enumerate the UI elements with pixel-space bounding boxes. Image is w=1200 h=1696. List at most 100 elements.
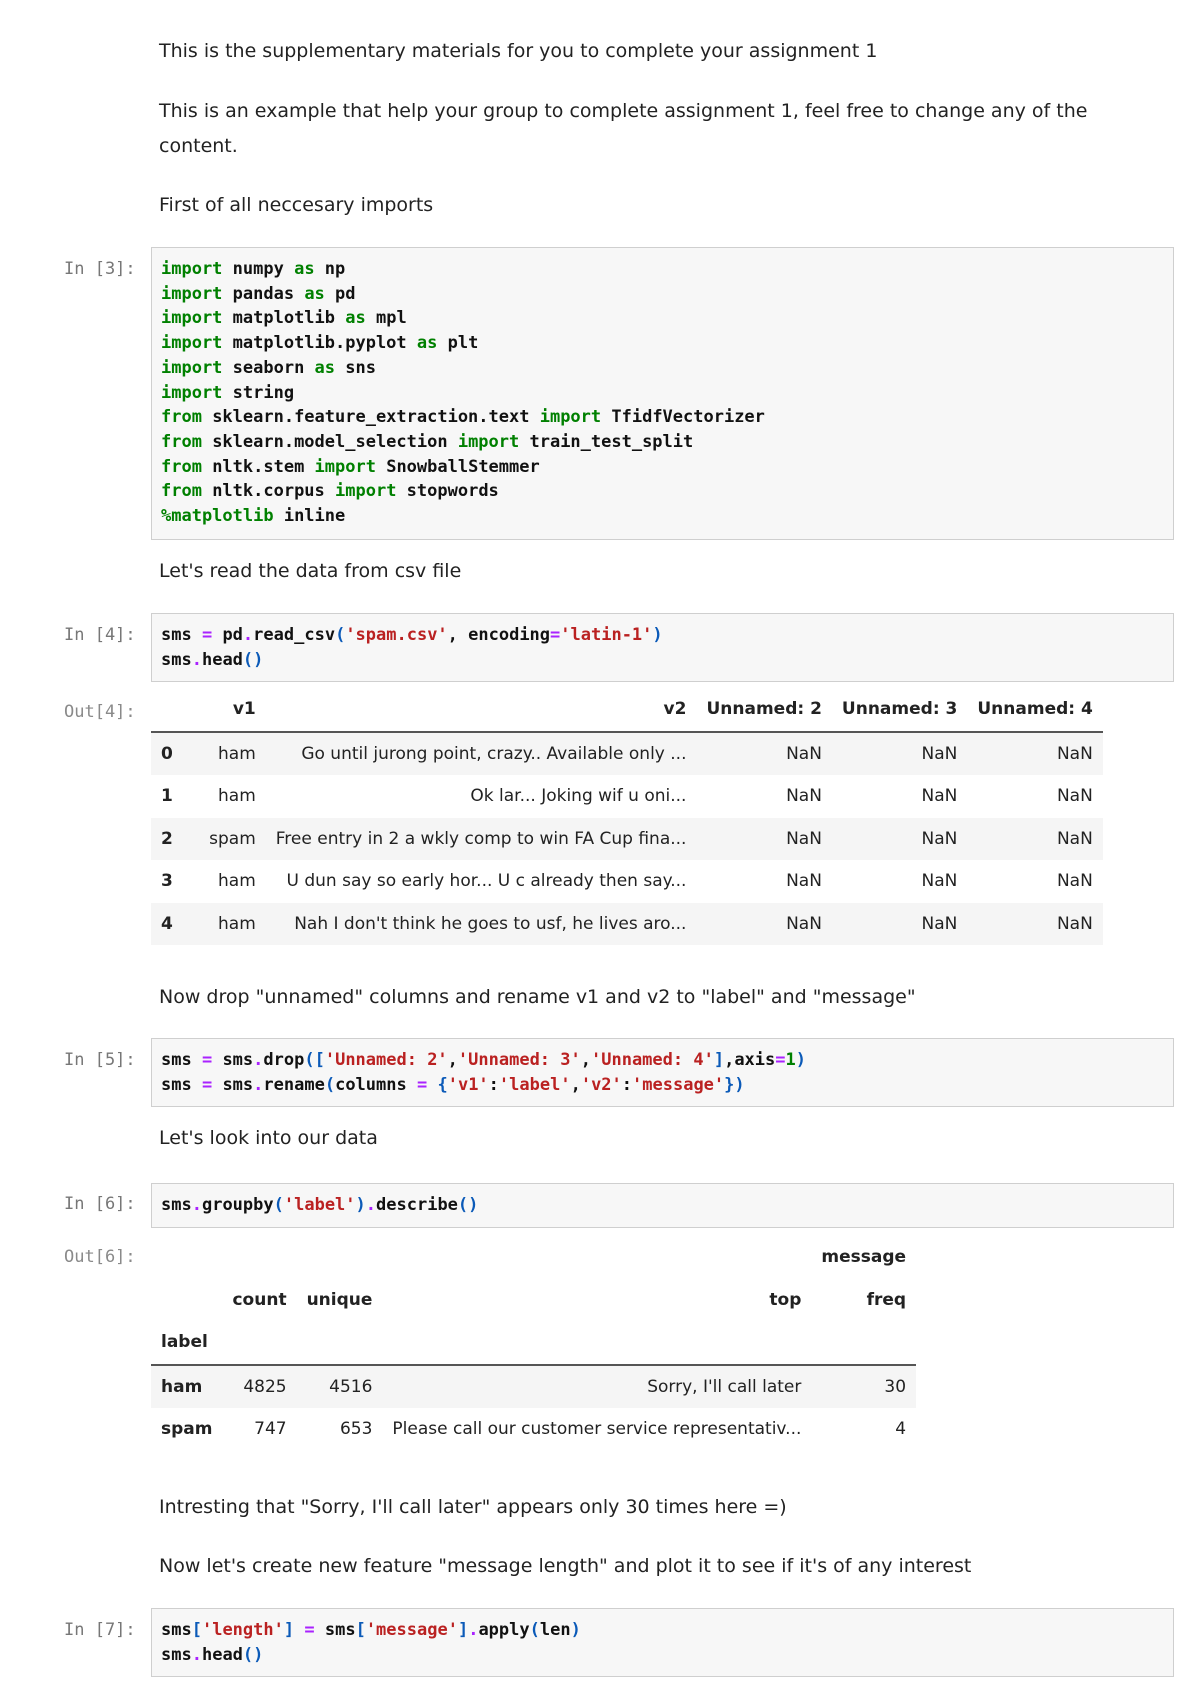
code-line: sms = sms.drop(['Unnamed: 2','Unnamed: 3… <box>161 1050 807 1070</box>
cell-unnamed-2: NaN <box>696 817 832 860</box>
index-name-header: label <box>151 1321 223 1366</box>
input-prompt: In [7]: <box>64 1620 136 1640</box>
column-header: count <box>232 1289 287 1310</box>
input-prompt: In [5]: <box>64 1050 136 1070</box>
code-line: import seaborn as sns <box>161 357 376 378</box>
table-row: 2 spam Free entry in 2 a wkly comp to win … <box>151 817 1103 860</box>
cell-v2: Free entry in 2 a wkly comp to win FA Cu… <box>265 817 697 860</box>
code-line: sms = pd.read_csv('spam.csv', encoding='… <box>161 625 663 645</box>
code-cell-read-csv[interactable]: sms = pd.read_csv('spam.csv', encoding='… <box>151 613 1174 682</box>
markdown-example-line2: content. <box>159 135 238 157</box>
cell-unnamed-2: NaN <box>786 786 822 807</box>
row-index: 1 <box>161 786 173 807</box>
code-cell-drop-rename[interactable]: sms = sms.drop(['Unnamed: 2','Unnamed: 3… <box>151 1038 1174 1107</box>
code-line: import matplotlib.pyplot as plt <box>161 333 479 354</box>
row-index: 3 <box>161 871 173 892</box>
cell-unnamed-3: NaN <box>921 786 958 807</box>
index-header <box>151 688 183 733</box>
table-row: spam 747 653 Please call our customer servi… <box>151 1408 916 1451</box>
code-line: sms.head() <box>161 649 264 670</box>
markdown-look-data: Let's look into our data <box>159 1127 378 1149</box>
row-index: 0 <box>151 731 183 775</box>
row-label: ham <box>151 1364 223 1408</box>
code-cell-imports[interactable]: import numpy as np import pandas as pd imp… <box>151 247 1174 540</box>
cell-v2: Ok lar... Joking wif u oni... <box>470 786 687 807</box>
cell-v1: ham <box>218 786 256 807</box>
cell-v2: U dun say so early hor... U c already th… <box>286 871 687 892</box>
code-line: from sklearn.model_selection import trai… <box>161 431 694 452</box>
row-index: 4 <box>151 902 183 945</box>
cell-unnamed-3: NaN <box>831 817 968 860</box>
cell-v1: spam <box>182 817 266 860</box>
markdown-intro: This is the supplementary materials for … <box>159 40 878 62</box>
cell-unnamed-2: NaN <box>786 871 822 892</box>
column-header: top <box>769 1289 802 1310</box>
cell-unnamed-4: NaN <box>1056 786 1093 807</box>
cell-unnamed-4: NaN <box>1056 871 1093 892</box>
output-prompt: Out[6]: <box>64 1247 136 1267</box>
column-header: freq <box>866 1289 907 1310</box>
cell-unnamed-3: NaN <box>921 871 958 892</box>
cell-freq: 4 <box>895 1419 907 1440</box>
cell-unnamed-2: NaN <box>696 902 832 945</box>
cell-top: Please call our customer service represe… <box>392 1419 802 1440</box>
code-line: from sklearn.feature_extraction.text imp… <box>161 407 765 428</box>
table-row: 0 ham Go until jurong point, crazy.. Avail… <box>151 731 1103 775</box>
markdown-read-data: Let's read the data from csv file <box>159 560 462 582</box>
cell-unique: 4516 <box>296 1364 383 1408</box>
code-line: import matplotlib as mpl <box>161 308 407 329</box>
cell-v1: ham <box>182 731 266 775</box>
markdown-interesting: Intresting that "Sorry, I'll call later"… <box>159 1496 787 1518</box>
code-line: sms.head() <box>161 1644 264 1665</box>
cell-unnamed-2: NaN <box>696 731 832 775</box>
column-header: unique <box>306 1289 373 1310</box>
row-index: 2 <box>151 817 183 860</box>
cell-unnamed-4: NaN <box>967 817 1103 860</box>
describe-table: message count unique top freq label ham 4… <box>151 1236 917 1451</box>
table-row: ham 4825 4516 Sorry, I'll call later 30 <box>151 1364 917 1408</box>
cell-top: Sorry, I'll call later <box>382 1364 812 1408</box>
code-line: import pandas as pd <box>161 283 356 304</box>
cell-count: 4825 <box>222 1364 297 1408</box>
row-label: spam <box>161 1419 213 1440</box>
column-header: Unnamed: 2 <box>696 688 832 733</box>
code-line: from nltk.stem import SnowballStemmer <box>161 456 540 477</box>
code-line: sms['length'] = sms['message'].apply(len… <box>161 1620 581 1640</box>
cell-unnamed-4: NaN <box>967 902 1103 945</box>
output-prompt: Out[4]: <box>64 702 136 722</box>
cell-count: 747 <box>254 1419 287 1440</box>
code-line: %matplotlib inline <box>161 506 346 527</box>
column-header: Unnamed: 3 <box>831 688 968 733</box>
cell-unnamed-3: NaN <box>831 902 968 945</box>
group-header: message <box>821 1247 907 1268</box>
cell-unnamed-4: NaN <box>967 731 1103 775</box>
table-row: 3 ham U dun say so early hor... U c alread… <box>151 860 1103 903</box>
code-line: import numpy as np <box>161 259 346 279</box>
code-cell-length[interactable]: sms['length'] = sms['message'].apply(len… <box>151 1608 1174 1677</box>
column-header: Unnamed: 4 <box>967 688 1103 733</box>
code-line: sms.groupby('label').describe() <box>161 1195 479 1215</box>
column-header: v1 <box>182 688 266 733</box>
table-row: 4 ham Nah I don't think he goes to usf, he… <box>151 902 1103 945</box>
markdown-length-feature: Now let's create new feature "message le… <box>159 1555 972 1577</box>
cell-v1: ham <box>218 871 256 892</box>
input-prompt: In [6]: <box>64 1194 136 1214</box>
code-line: import string <box>161 382 295 403</box>
cell-unnamed-3: NaN <box>831 731 968 775</box>
code-cell-describe[interactable]: sms.groupby('label').describe() <box>151 1183 1174 1228</box>
table-row: 1 ham Ok lar... Joking wif u oni... NaN NaN N… <box>151 775 1103 818</box>
cell-freq: 30 <box>811 1364 917 1408</box>
markdown-example-line1: This is an example that help your group … <box>159 100 1088 122</box>
input-prompt: In [3]: <box>64 259 136 279</box>
code-line: sms = sms.rename(columns = {'v1':'label'… <box>161 1074 745 1095</box>
cell-v1: ham <box>182 902 266 945</box>
cell-unique: 653 <box>339 1419 373 1440</box>
markdown-imports: First of all neccesary imports <box>159 194 434 216</box>
column-header: v2 <box>265 688 697 733</box>
cell-v2: Nah I don't think he goes to usf, he liv… <box>265 902 697 945</box>
cell-v2: Go until jurong point, crazy.. Available… <box>265 731 697 775</box>
markdown-drop-rename: Now drop "unnamed" columns and rename v1… <box>159 986 916 1008</box>
code-line: from nltk.corpus import stopwords <box>161 481 499 502</box>
input-prompt: In [4]: <box>64 625 136 645</box>
dataframe-head-table: v1 v2 Unnamed: 2 Unnamed: 3 Unnamed: 4 0… <box>151 688 1103 945</box>
